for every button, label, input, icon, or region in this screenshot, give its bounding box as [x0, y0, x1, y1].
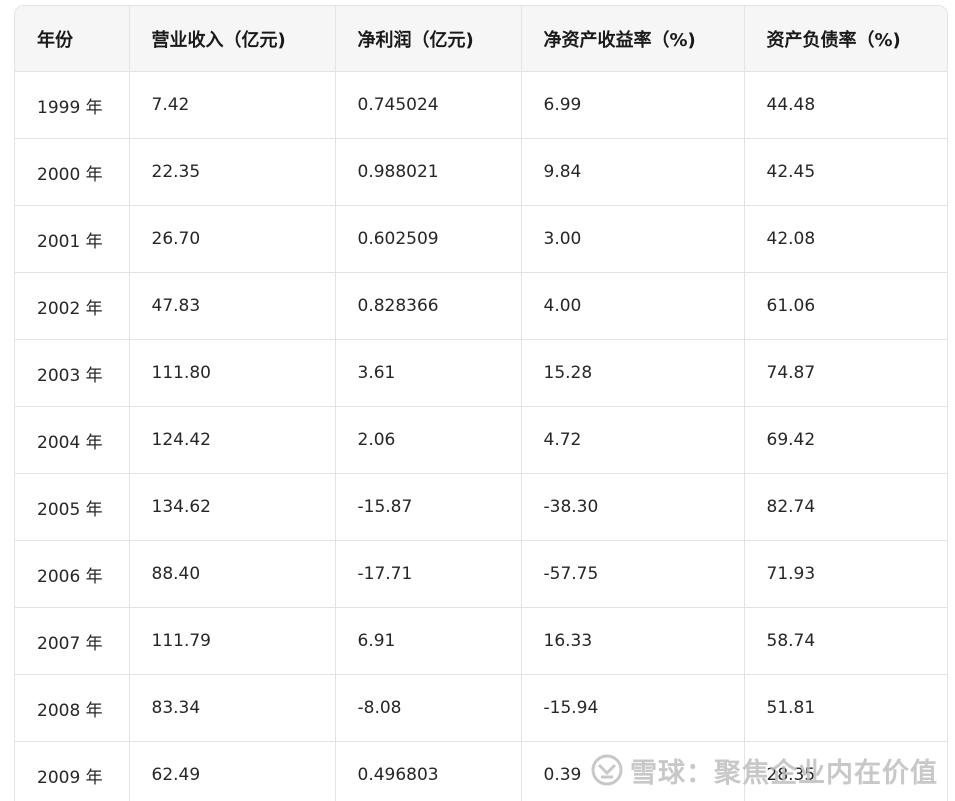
- cell-roe: -15.94: [521, 674, 745, 742]
- header-revenue: 营业收入（亿元): [129, 6, 336, 72]
- cell-roe: 15.28: [521, 339, 745, 407]
- cell-revenue: 26.70: [129, 205, 336, 273]
- cell-net-profit: 0.828366: [335, 272, 522, 340]
- cell-revenue: 88.40: [129, 540, 336, 608]
- cell-debt-ratio: 61.06: [744, 272, 947, 340]
- cell-debt-ratio: 51.81: [744, 674, 947, 742]
- cell-revenue: 22.35: [129, 138, 336, 206]
- table-row: 2002 年 47.83 0.828366 4.00 61.06: [15, 272, 947, 340]
- cell-year: 2004 年: [15, 406, 130, 474]
- cell-net-profit: -8.08: [335, 674, 522, 742]
- cell-debt-ratio: 74.87: [744, 339, 947, 407]
- cell-roe: 9.84: [521, 138, 745, 206]
- table-row: 2005 年 134.62 -15.87 -38.30 82.74: [15, 473, 947, 541]
- financial-table-container: 年份 营业收入（亿元) 净利润（亿元) 净资产收益率（%) 资产负债率（%) 1…: [14, 5, 948, 801]
- cell-debt-ratio: 82.74: [744, 473, 947, 541]
- header-debt-ratio: 资产负债率（%): [744, 6, 947, 72]
- table-header-row: 年份 营业收入（亿元) 净利润（亿元) 净资产收益率（%) 资产负债率（%): [15, 6, 947, 72]
- cell-roe: 3.00: [521, 205, 745, 273]
- cell-debt-ratio: 44.48: [744, 71, 947, 139]
- page: 年份 营业收入（亿元) 净利润（亿元) 净资产收益率（%) 资产负债率（%) 1…: [0, 0, 955, 801]
- table-row: 2007 年 111.79 6.91 16.33 58.74: [15, 607, 947, 675]
- table-row: 2000 年 22.35 0.988021 9.84 42.45: [15, 138, 947, 206]
- cell-roe: 4.72: [521, 406, 745, 474]
- cell-revenue: 124.42: [129, 406, 336, 474]
- table-row: 1999 年 7.42 0.745024 6.99 44.48: [15, 71, 947, 139]
- table-row: 2006 年 88.40 -17.71 -57.75 71.93: [15, 540, 947, 608]
- cell-debt-ratio: 42.08: [744, 205, 947, 273]
- header-roe: 净资产收益率（%): [521, 6, 745, 72]
- cell-year: 2000 年: [15, 138, 130, 206]
- header-net-profit: 净利润（亿元): [335, 6, 522, 72]
- cell-year: 2002 年: [15, 272, 130, 340]
- header-year: 年份: [15, 6, 130, 72]
- cell-net-profit: 0.745024: [335, 71, 522, 139]
- cell-revenue: 111.80: [129, 339, 336, 407]
- cell-net-profit: 0.496803: [335, 741, 522, 801]
- cell-net-profit: 6.91: [335, 607, 522, 675]
- cell-roe: -57.75: [521, 540, 745, 608]
- cell-debt-ratio: 58.74: [744, 607, 947, 675]
- cell-debt-ratio: 28.35: [744, 741, 947, 801]
- cell-net-profit: 0.602509: [335, 205, 522, 273]
- cell-year: 2006 年: [15, 540, 130, 608]
- table-row: 2001 年 26.70 0.602509 3.00 42.08: [15, 205, 947, 273]
- cell-revenue: 62.49: [129, 741, 336, 801]
- cell-roe: 16.33: [521, 607, 745, 675]
- table-body: 1999 年 7.42 0.745024 6.99 44.48 2000 年 22.35 0.…: [15, 71, 947, 801]
- financial-table: 年份 营业收入（亿元) 净利润（亿元) 净资产收益率（%) 资产负债率（%) 1…: [15, 6, 947, 801]
- table-row: 2004 年 124.42 2.06 4.72 69.42: [15, 406, 947, 474]
- cell-revenue: 134.62: [129, 473, 336, 541]
- cell-year: 2008 年: [15, 674, 130, 742]
- cell-revenue: 7.42: [129, 71, 336, 139]
- cell-year: 1999 年: [15, 71, 130, 139]
- table-row: 2003 年 111.80 3.61 15.28 74.87: [15, 339, 947, 407]
- cell-debt-ratio: 42.45: [744, 138, 947, 206]
- cell-debt-ratio: 71.93: [744, 540, 947, 608]
- cell-year: 2007 年: [15, 607, 130, 675]
- cell-roe: 0.39: [521, 741, 745, 801]
- table-row: 2009 年 62.49 0.496803 0.39 28.35: [15, 741, 947, 801]
- table-row: 2008 年 83.34 -8.08 -15.94 51.81: [15, 674, 947, 742]
- cell-net-profit: 3.61: [335, 339, 522, 407]
- cell-year: 2001 年: [15, 205, 130, 273]
- cell-year: 2009 年: [15, 741, 130, 801]
- cell-revenue: 83.34: [129, 674, 336, 742]
- cell-year: 2003 年: [15, 339, 130, 407]
- cell-net-profit: 0.988021: [335, 138, 522, 206]
- cell-revenue: 111.79: [129, 607, 336, 675]
- cell-roe: 4.00: [521, 272, 745, 340]
- cell-net-profit: -17.71: [335, 540, 522, 608]
- cell-roe: -38.30: [521, 473, 745, 541]
- cell-net-profit: -15.87: [335, 473, 522, 541]
- cell-year: 2005 年: [15, 473, 130, 541]
- cell-debt-ratio: 69.42: [744, 406, 947, 474]
- cell-revenue: 47.83: [129, 272, 336, 340]
- cell-net-profit: 2.06: [335, 406, 522, 474]
- cell-roe: 6.99: [521, 71, 745, 139]
